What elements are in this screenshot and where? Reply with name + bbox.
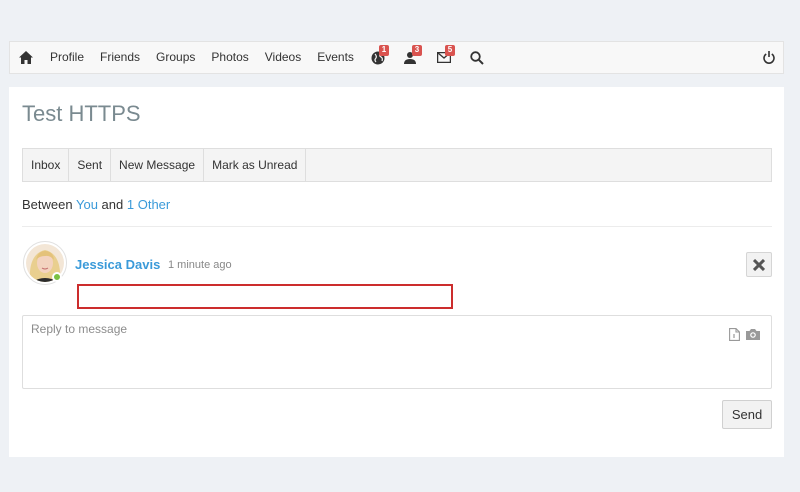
nav-photos[interactable]: Photos — [203, 42, 256, 73]
participant-other-link[interactable]: 1 Other — [127, 197, 170, 212]
online-status-indicator — [52, 272, 62, 282]
between-label: Between — [22, 197, 73, 212]
nav-groups[interactable]: Groups — [148, 42, 203, 73]
messages-badge: 5 — [444, 45, 455, 56]
delete-message-button[interactable] — [746, 252, 772, 277]
reply-box — [22, 315, 772, 389]
reply-attachments — [729, 328, 760, 341]
nav-videos[interactable]: Videos — [257, 42, 309, 73]
friend-requests-badge: 3 — [411, 45, 422, 56]
send-button[interactable]: Send — [722, 400, 772, 429]
messages-button[interactable]: 5 — [428, 42, 461, 73]
message-panel: Test HTTPS Inbox Sent New Message Mark a… — [9, 87, 784, 457]
and-label: and — [101, 197, 124, 212]
notifications-badge: 1 — [378, 45, 389, 56]
tab-sent[interactable]: Sent — [69, 149, 112, 181]
top-navbar: Profile Friends Groups Photos Videos Eve… — [9, 41, 784, 74]
reply-input[interactable] — [23, 316, 771, 388]
message-timestamp: 1 minute ago — [168, 259, 232, 271]
divider — [22, 226, 772, 227]
close-icon — [753, 258, 765, 271]
nav-friends[interactable]: Friends — [92, 42, 148, 73]
home-button[interactable] — [10, 42, 42, 73]
message-body — [77, 284, 453, 309]
power-icon — [763, 51, 775, 64]
nav-profile[interactable]: Profile — [42, 42, 92, 73]
nav-events[interactable]: Events — [309, 42, 362, 73]
logout-button[interactable] — [763, 42, 775, 73]
friend-requests-button[interactable]: 3 — [395, 42, 428, 73]
attach-file-icon[interactable] — [729, 328, 740, 341]
participant-you-link[interactable]: You — [76, 197, 98, 212]
search-icon — [470, 50, 485, 65]
home-icon — [19, 51, 33, 64]
message-tabs: Inbox Sent New Message Mark as Unread — [22, 148, 772, 182]
message-author-link[interactable]: Jessica Davis — [75, 257, 160, 272]
notifications-button[interactable]: 1 — [362, 42, 395, 73]
conversation-participants: Between You and 1 Other — [22, 197, 170, 212]
tab-inbox[interactable]: Inbox — [23, 149, 70, 181]
tab-mark-as-unread[interactable]: Mark as Unread — [204, 149, 307, 181]
tab-new-message[interactable]: New Message — [111, 149, 205, 181]
page-title: Test HTTPS — [22, 101, 141, 126]
search-button[interactable] — [461, 42, 494, 73]
camera-icon[interactable] — [746, 328, 760, 340]
